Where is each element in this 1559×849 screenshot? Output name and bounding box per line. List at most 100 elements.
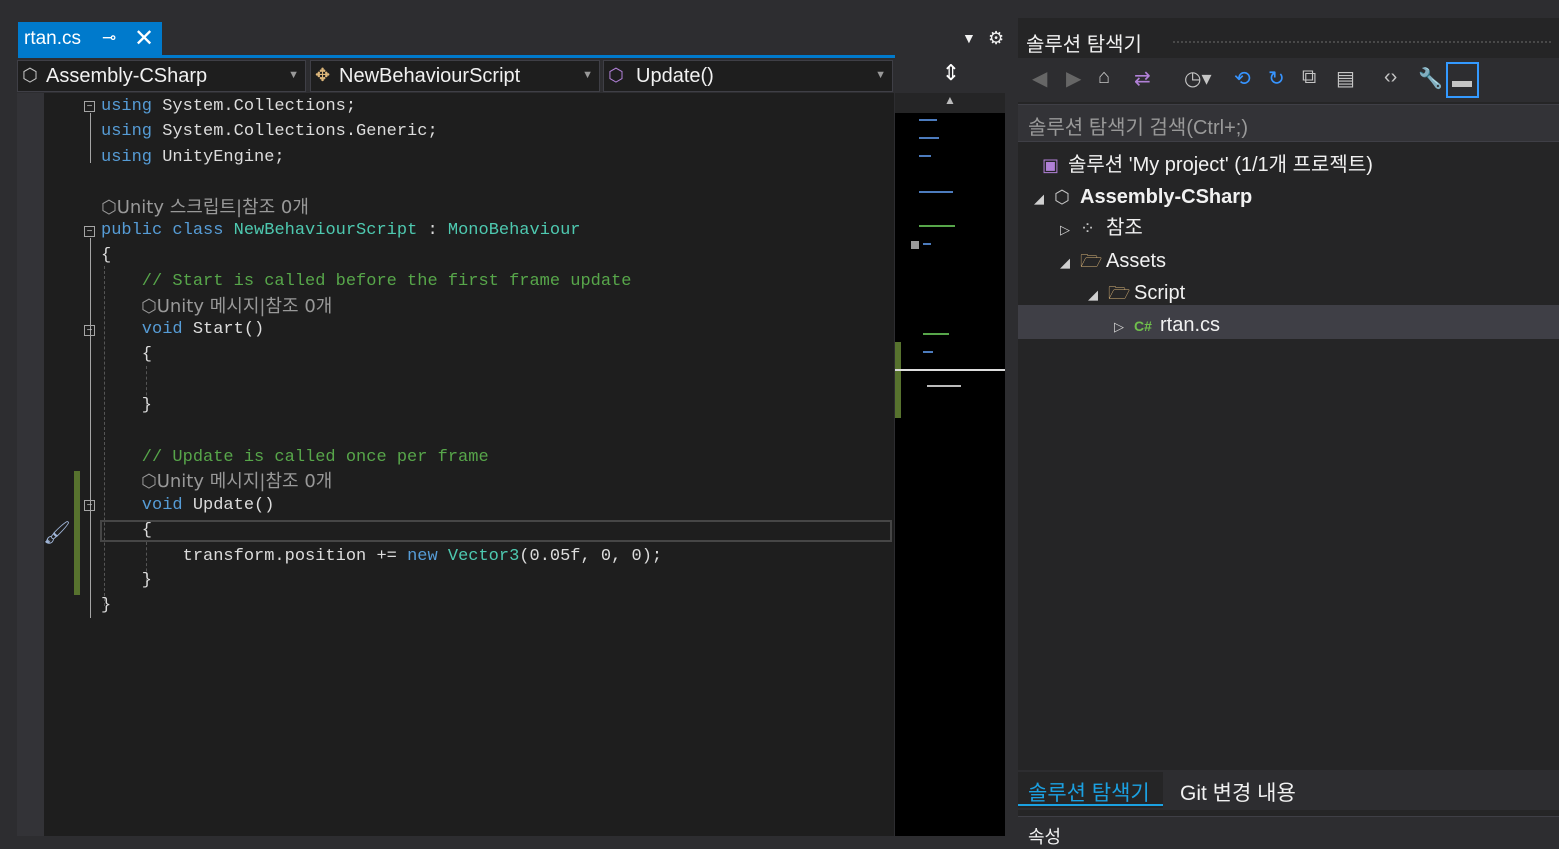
tab-git-changes[interactable]: Git 변경 내용: [1170, 772, 1350, 808]
minimap-line: [923, 243, 931, 245]
current-line-highlight: [100, 520, 892, 542]
collapse-toggle[interactable]: −: [84, 325, 95, 336]
code-line: {: [101, 521, 153, 540]
gear-icon[interactable]: ⚙: [988, 28, 1004, 49]
codelens-class[interactable]: ⬡Unity 스크립트|참조 0개: [101, 196, 309, 220]
minimap-line: [919, 191, 953, 193]
minimap-line: [919, 225, 955, 227]
tab-solution-explorer[interactable]: 솔루션 탐색기: [1018, 772, 1163, 808]
expanded-arrow-icon[interactable]: ◢: [1060, 248, 1080, 278]
panel-title: 솔루션 탐색기: [1026, 34, 1142, 56]
selected-row-highlight: [1018, 305, 1559, 339]
member-dropdown-label: Update(): [636, 65, 714, 87]
collapse-toggle[interactable]: −: [84, 226, 95, 237]
solution-icon: ▣: [1042, 155, 1060, 175]
chevron-down-icon: ▼: [288, 69, 299, 81]
tree-item-script-folder[interactable]: ◢ 🗁 Script: [1088, 278, 1185, 308]
collapse-all-icon[interactable]: ⧉: [1302, 66, 1316, 89]
codelens-start[interactable]: ⬡Unity 메시지|참조 0개: [141, 295, 332, 319]
home-icon[interactable]: ⌂: [1098, 66, 1110, 89]
back-icon[interactable]: ◀: [1032, 66, 1047, 91]
tree-item-project[interactable]: ◢ ⬡ Assembly-CSharp: [1034, 182, 1252, 212]
minimap-line: [923, 351, 933, 353]
show-all-files-icon[interactable]: ▤: [1336, 66, 1355, 91]
tree-item-references[interactable]: ▷ ⁘ 참조: [1060, 213, 1143, 243]
tab-underline: [18, 55, 895, 58]
folder-open-icon: 🗁: [1108, 283, 1131, 303]
quick-actions-brush-icon[interactable]: 🖌: [43, 520, 71, 546]
collapsed-arrow-icon[interactable]: ▷: [1060, 215, 1080, 245]
method-lock-icon: ⬡: [608, 65, 624, 85]
close-icon[interactable]: ✕: [134, 24, 154, 53]
code-comment: // Update is called once per frame: [101, 448, 489, 467]
collapse-toggle[interactable]: −: [84, 101, 95, 112]
minimap-line: [911, 241, 919, 249]
codelens-update[interactable]: ⬡Unity 메시지|참조 0개: [141, 470, 332, 494]
refresh-icon[interactable]: ↻: [1268, 66, 1285, 91]
properties-panel-header[interactable]: 속성: [1018, 816, 1559, 847]
project-dropdown[interactable]: ⬡ Assembly-CSharp ▼: [17, 60, 306, 92]
code-line: }: [101, 596, 112, 615]
project-icon: ⬡: [22, 65, 38, 85]
code-comment: // Start is called before the first fram…: [101, 272, 632, 291]
outline-line: [90, 113, 91, 163]
minimap-change-marker: [895, 342, 901, 418]
class-dropdown-label: NewBehaviourScript: [339, 65, 521, 87]
code-line: }: [101, 396, 153, 415]
csharp-file-icon: C#: [1134, 318, 1152, 334]
references-icon: ⁘: [1080, 218, 1096, 238]
class-icon: ✥: [315, 65, 331, 85]
minimap-line: [923, 333, 949, 335]
minimap-cursor-line: [895, 369, 1005, 371]
outline-line: [90, 238, 91, 618]
folder-open-icon: 🗁: [1080, 251, 1103, 271]
code-line: transform.position += new Vector3(0.05f,…: [101, 547, 663, 566]
tree-item-assets[interactable]: ◢ 🗁 Assets: [1060, 246, 1166, 276]
chevron-down-icon: ▼: [582, 69, 593, 81]
minimap-map[interactable]: [895, 113, 1005, 836]
active-tab-underline: [1018, 804, 1163, 806]
project-dropdown-label: Assembly-CSharp: [46, 65, 208, 87]
minimap-line: [919, 155, 931, 157]
tree-item-rtan-cs[interactable]: ▷ C# rtan.cs: [1114, 310, 1220, 340]
panel-grip[interactable]: [1172, 40, 1552, 44]
search-placeholder: 솔루션 탐색기 검색(Ctrl+;): [1028, 117, 1248, 139]
expanded-arrow-icon[interactable]: ◢: [1034, 184, 1054, 214]
code-line: using UnityEngine;: [101, 148, 285, 167]
code-line: public class NewBehaviourScript : MonoBe…: [101, 221, 581, 240]
properties-wrench-icon[interactable]: 🔧: [1418, 66, 1443, 91]
code-line: {: [101, 246, 112, 265]
code-line: }: [101, 571, 153, 590]
tab-title: rtan.cs: [24, 28, 82, 49]
switch-views-icon[interactable]: ⇄: [1134, 66, 1151, 91]
minimap-line: [919, 137, 939, 139]
pending-changes-icon[interactable]: ◷▾: [1184, 66, 1212, 91]
collapse-toggle[interactable]: −: [84, 500, 95, 511]
pin-icon[interactable]: ⊸: [102, 28, 116, 48]
code-line: using System.Collections.Generic;: [101, 122, 438, 141]
code-view-icon[interactable]: ‹›: [1384, 66, 1397, 89]
tab-overflow-icon[interactable]: ▼: [962, 30, 976, 46]
minimap-line: [919, 119, 937, 121]
outline-line: [90, 337, 91, 421]
chevron-down-icon: ▼: [875, 69, 886, 81]
code-line: using System.Collections;: [101, 97, 357, 116]
expanded-arrow-icon[interactable]: ◢: [1088, 280, 1108, 310]
tree-item-solution[interactable]: ▣ 솔루션 'My project' (1/1개 프로젝트): [1022, 150, 1373, 180]
csharp-project-icon: ⬡: [1054, 187, 1070, 207]
indicator-margin: [17, 93, 44, 836]
forward-icon[interactable]: ▶: [1066, 66, 1081, 91]
scroll-up-arrow-icon[interactable]: ▲: [895, 93, 1005, 113]
solution-search-input[interactable]: 솔루션 탐색기 검색(Ctrl+;): [1018, 104, 1559, 142]
code-line: void Update(): [101, 496, 275, 515]
collapsed-arrow-icon[interactable]: ▷: [1114, 312, 1134, 342]
member-dropdown[interactable]: ⬡ Update() ▼: [603, 60, 893, 92]
code-line: void Start(): [101, 320, 265, 339]
preview-icon: ▬: [1452, 70, 1472, 92]
minimap-line: [927, 385, 961, 387]
tab-rtan-cs[interactable]: rtan.cs ⊸ ✕: [18, 22, 162, 55]
split-window-button[interactable]: ⇕: [895, 58, 1007, 90]
sync-icon[interactable]: ⟲: [1234, 66, 1251, 91]
code-line: {: [101, 345, 153, 364]
class-dropdown[interactable]: ✥ NewBehaviourScript ▼: [310, 60, 600, 92]
